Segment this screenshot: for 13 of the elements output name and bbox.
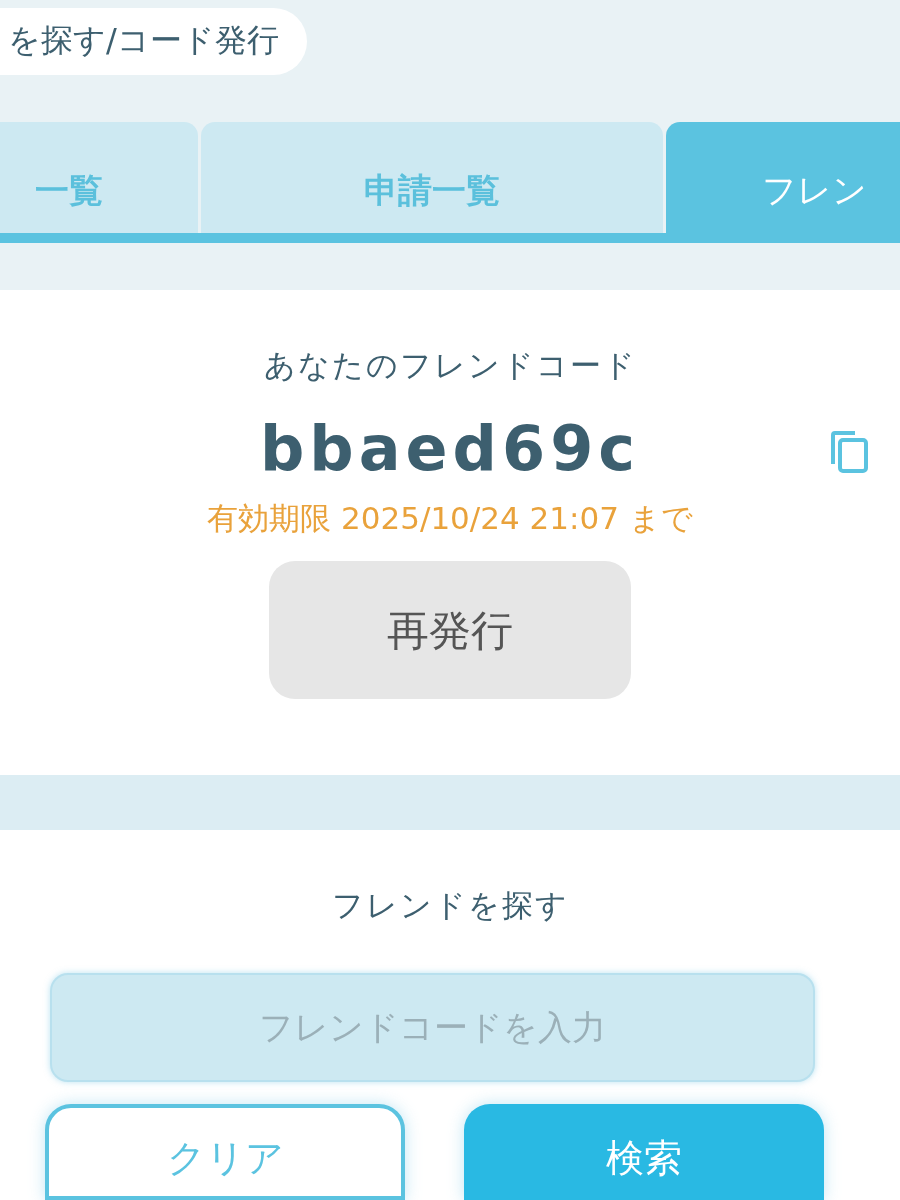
tab[interactable]: 一覧 — [0, 122, 198, 233]
friend-code: bbaed69c — [259, 411, 641, 485]
expiry-text: 有効期限 2025/10/24 21:07 まで — [206, 498, 694, 538]
tab[interactable]: 申請一覧 — [201, 122, 663, 233]
search-button[interactable]: 検索 — [464, 1103, 824, 1200]
tab[interactable]: フレン — [666, 122, 900, 233]
card-title: あなたのフレンドコード — [262, 346, 638, 385]
reissue-button[interactable]: 再発行 — [269, 561, 631, 699]
page-title: を探す/コード発行 — [0, 8, 307, 75]
friend-code-field[interactable]: フレンドコードを入力 — [50, 972, 815, 1082]
copy-icon[interactable] — [830, 430, 868, 473]
clear-button[interactable]: クリア — [45, 1103, 405, 1200]
card-title: フレンドを探す — [330, 886, 570, 925]
